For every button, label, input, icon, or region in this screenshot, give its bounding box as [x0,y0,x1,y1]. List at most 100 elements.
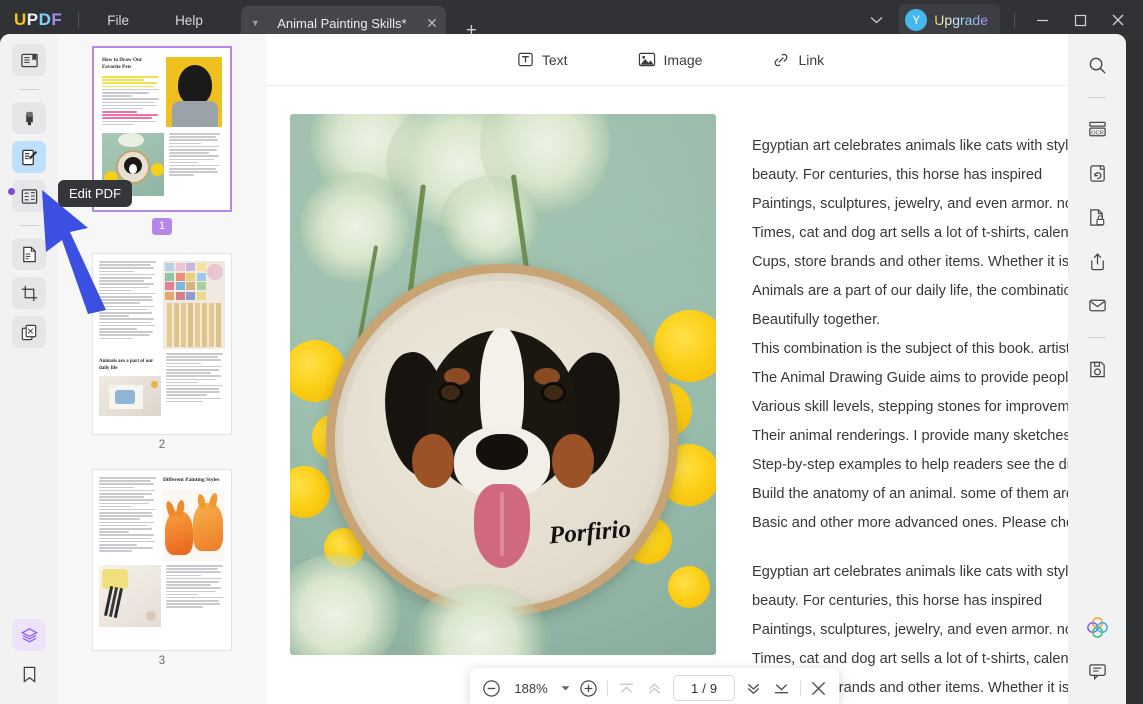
thumbnail-panel[interactable]: How to Draw Our Favorite Pets 1 Animals … [58,34,266,704]
email-icon[interactable] [1080,288,1114,322]
active-indicator-dot [8,188,15,195]
ai-assistant-icon[interactable] [1080,610,1114,644]
sidebar-item-batch[interactable] [12,316,46,348]
upgrade-label: Upgrade [934,12,988,28]
first-page-icon[interactable] [617,681,636,696]
svg-text:OCR: OCR [1091,130,1104,136]
document-text-block[interactable]: Egyptian art celebrates animals like cat… [752,132,1075,704]
tool-image-label: Image [663,51,703,68]
tooltip-edit-pdf: Edit PDF [58,180,133,207]
embroidered-dog-portrait [377,322,627,569]
thumb2-heading: Animals are a part of our daily life [99,359,154,371]
text-line: The Animal Drawing Guide aims to provide… [752,370,1075,386]
sidebar-item-crop[interactable] [12,277,46,309]
chevron-down-icon[interactable] [860,7,893,33]
sidebar-item-comment[interactable] [12,102,46,134]
text-line: Paintings, sculptures, jewelry, and even… [752,196,1075,212]
hoop-fabric: Porfirio [343,281,661,599]
page-navigation-bar: 188% 1 / 9 [470,668,839,704]
protect-icon[interactable] [1080,200,1114,234]
convert-icon[interactable] [1080,156,1114,190]
sidebar-item-organize[interactable] [12,180,46,212]
embroidery-hoop: Porfirio [326,264,678,616]
titlebar-divider [78,12,80,28]
zoom-dropdown-icon[interactable] [561,685,570,692]
text-line: Step-by-step examples to help readers se… [752,457,1075,473]
text-line: Their animal renderings. I provide many … [752,428,1075,444]
thumbnail-page-2[interactable]: Animals are a part of our daily life [92,253,232,435]
search-icon[interactable] [1080,48,1114,82]
logo-letter-p: P [26,10,39,29]
save-icon[interactable] [1080,352,1114,386]
rail-divider-1 [19,89,39,90]
updf-logo: UPDF [14,10,62,30]
sidebar-item-layers[interactable] [12,619,46,651]
page-number-input[interactable]: 1 / 9 [673,675,735,701]
text-line: Cups, store brands and other items. Whet… [752,254,1075,270]
page-separator: / [702,680,706,696]
text-line: Various skill levels, stepping stones fo… [752,399,1075,415]
logo-letter-u: U [14,10,27,29]
logo-letter-f: F [51,10,63,29]
sidebar-item-edit-pdf[interactable] [12,141,46,173]
right-toolbar: OCR [1068,34,1126,704]
floatbar-divider-1 [607,680,608,696]
zoom-level-label[interactable]: 188% [510,681,552,696]
share-icon[interactable] [1080,244,1114,278]
zoom-out-button[interactable] [482,679,501,698]
thumbnail-page-number-3: 3 [158,655,166,667]
text-line: Paintings, sculptures, jewelry, and even… [752,622,1075,638]
thumbnail-page-number-2: 2 [158,439,166,451]
tab-caret-icon[interactable]: ▼ [251,18,260,28]
text-line: Animals are a part of our daily life, th… [752,283,1075,299]
thumbnail-page-3[interactable]: Different Painting Styles [92,469,232,651]
zoom-in-button[interactable] [579,679,598,698]
current-page-value: 1 [690,680,699,696]
menu-help[interactable]: Help [163,9,215,32]
text-line: Egyptian art celebrates animals like cat… [752,564,1075,580]
window-controls-divider [1014,12,1015,28]
tab-close-icon[interactable]: ✕ [426,16,438,30]
content-shell: How to Draw Our Favorite Pets 1 Animals … [0,34,1126,704]
ocr-icon[interactable]: OCR [1080,112,1114,146]
tab-title: Animal Painting Skills* [277,15,407,31]
menu-file[interactable]: File [95,9,141,32]
text-line: Times, cat and dog art sells a lot of t-… [752,225,1075,241]
text-line: Egyptian art celebrates animals like cat… [752,138,1075,154]
pdf-page-1: Porfirio Egyptian art celebrates animals… [290,114,1075,704]
paragraph-2: This combination is the subject of this … [752,335,1075,538]
thumb3-heading: Different Painting Styles [163,477,220,483]
rr-divider-1 [1088,97,1106,98]
page-canvas[interactable]: Porfirio Egyptian art celebrates animals… [266,86,1075,704]
edit-toolbar: Text Image Link [266,34,1075,86]
main-body: How to Draw Our Favorite Pets 1 Animals … [0,34,1143,704]
last-page-icon[interactable] [772,681,791,696]
next-page-icon[interactable] [744,681,763,696]
tool-text-label: Text [541,51,568,68]
tool-link[interactable]: Link [764,46,832,74]
tool-link-label: Link [798,51,825,68]
text-line: beauty. For centuries, this horse has in… [752,167,1043,183]
total-pages-value: 9 [709,680,718,696]
floatbar-divider-2 [800,680,801,696]
sidebar-item-convert[interactable] [12,238,46,270]
text-line: Basic and other more advanced ones. Plea… [752,515,1075,531]
prev-page-icon[interactable] [645,681,664,696]
chat-bubble-icon[interactable] [1080,654,1114,688]
logo-letter-d: D [38,10,52,29]
tool-text[interactable]: Text [509,46,576,73]
sidebar-item-reader[interactable] [12,44,46,76]
tool-image[interactable]: Image [630,46,711,73]
document-viewer: Text Image Link Porfirio Egyptian art ce… [266,34,1075,704]
hero-image-porfirio[interactable]: Porfirio [290,114,716,655]
rr-divider-2 [1088,337,1106,338]
text-line: beauty. For centuries, this horse has in… [752,593,1043,609]
close-navbar-button[interactable] [810,680,827,697]
thumbnail-list: How to Draw Our Favorite Pets 1 Animals … [58,46,266,685]
rail-divider-2 [19,225,39,226]
sidebar-item-bookmark[interactable] [12,658,46,690]
upgrade-button[interactable]: Y Upgrade [899,4,1000,36]
text-line: Beautifully together. [752,312,881,328]
embroidery-signature: Porfirio [547,515,632,550]
avatar[interactable]: Y [905,9,928,31]
